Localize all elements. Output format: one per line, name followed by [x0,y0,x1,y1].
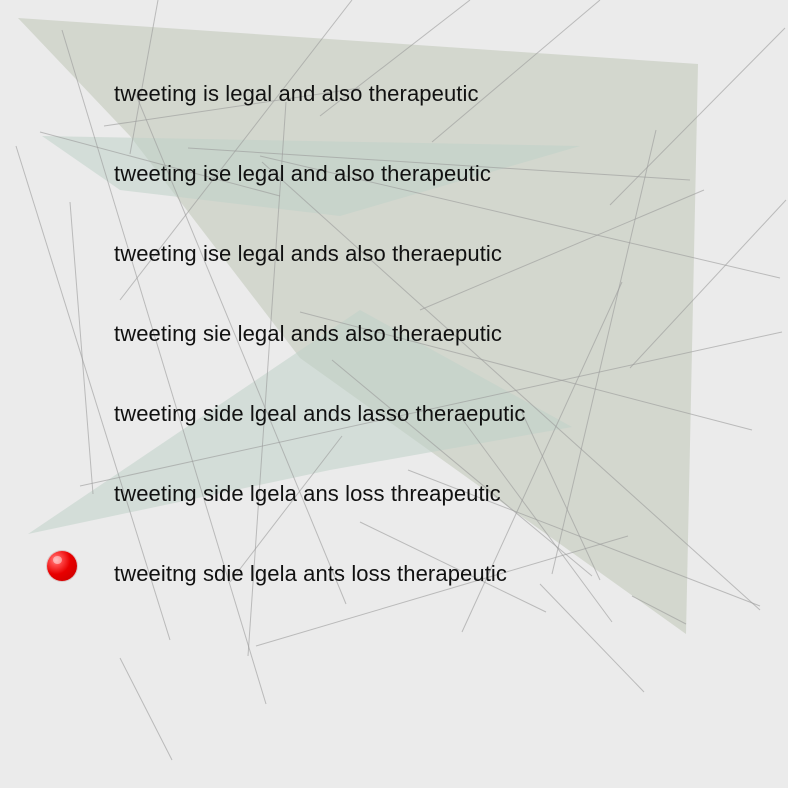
text-line-2: tweeting ise legal and also therapeutic [114,161,491,186]
text-line-7: tweeitng sdie lgela ants loss therapeuti… [114,561,507,586]
text-line-5: tweeting side lgeal ands lasso theraeput… [114,401,526,426]
text-line-3: tweeting ise legal ands also theraeputic [114,241,503,266]
stage: tweeting is legal and also therapeutic t… [0,0,788,788]
text-line-6: tweeting side lgela ans loss threapeutic [114,481,501,506]
marker-shine [53,556,62,564]
red-ball-icon [47,551,77,581]
text-line-1: tweeting is legal and also therapeutic [114,81,479,106]
text-line-4: tweeting sie legal ands also theraeputic [114,321,503,346]
background-art [15,0,787,761]
